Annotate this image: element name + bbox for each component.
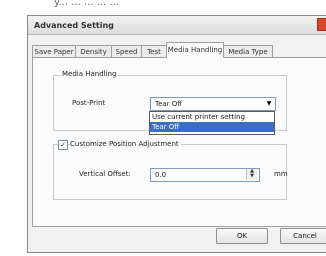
cancel-button[interactable]: Cancel xyxy=(280,228,326,244)
vertical-offset-spinner[interactable]: ▲ ▼ xyxy=(246,169,257,180)
background-caption: y... ... ... ... ... xyxy=(54,0,119,8)
vertical-offset-label: Vertical Offset: xyxy=(79,170,131,178)
customize-position-checkbox[interactable]: ✓ xyxy=(58,140,68,150)
post-print-label: Post-Print xyxy=(72,99,106,107)
post-print-dropdown-list: Use current printer setting Tear Off xyxy=(149,111,275,135)
post-print-select[interactable]: Tear Off ▼ xyxy=(150,97,276,111)
dropdown-option-tear-off[interactable]: Tear Off xyxy=(150,122,274,132)
customize-position-label: Customize Position Adjustment xyxy=(70,140,181,148)
vertical-offset-value: 0.0 xyxy=(155,171,167,179)
close-icon[interactable] xyxy=(317,18,326,31)
dropdown-option-use-current[interactable]: Use current printer setting xyxy=(150,112,274,122)
post-print-selected-value: Tear Off xyxy=(155,100,183,108)
tab-strip: Save Paper Density Speed Test Media Hand… xyxy=(32,42,326,58)
spin-down-icon[interactable]: ▼ xyxy=(247,174,257,179)
tab-media-handling[interactable]: Media Handling xyxy=(166,42,224,58)
unit-label: mm xyxy=(274,170,288,178)
title-bar: Advanced Setting xyxy=(28,16,326,35)
dialog-title: Advanced Setting xyxy=(34,21,114,30)
chevron-down-icon[interactable]: ▼ xyxy=(264,99,274,109)
vertical-offset-input[interactable]: 0.0 xyxy=(150,168,260,182)
ok-button[interactable]: OK xyxy=(216,228,268,244)
media-handling-group-title: Media Handling xyxy=(60,70,119,78)
